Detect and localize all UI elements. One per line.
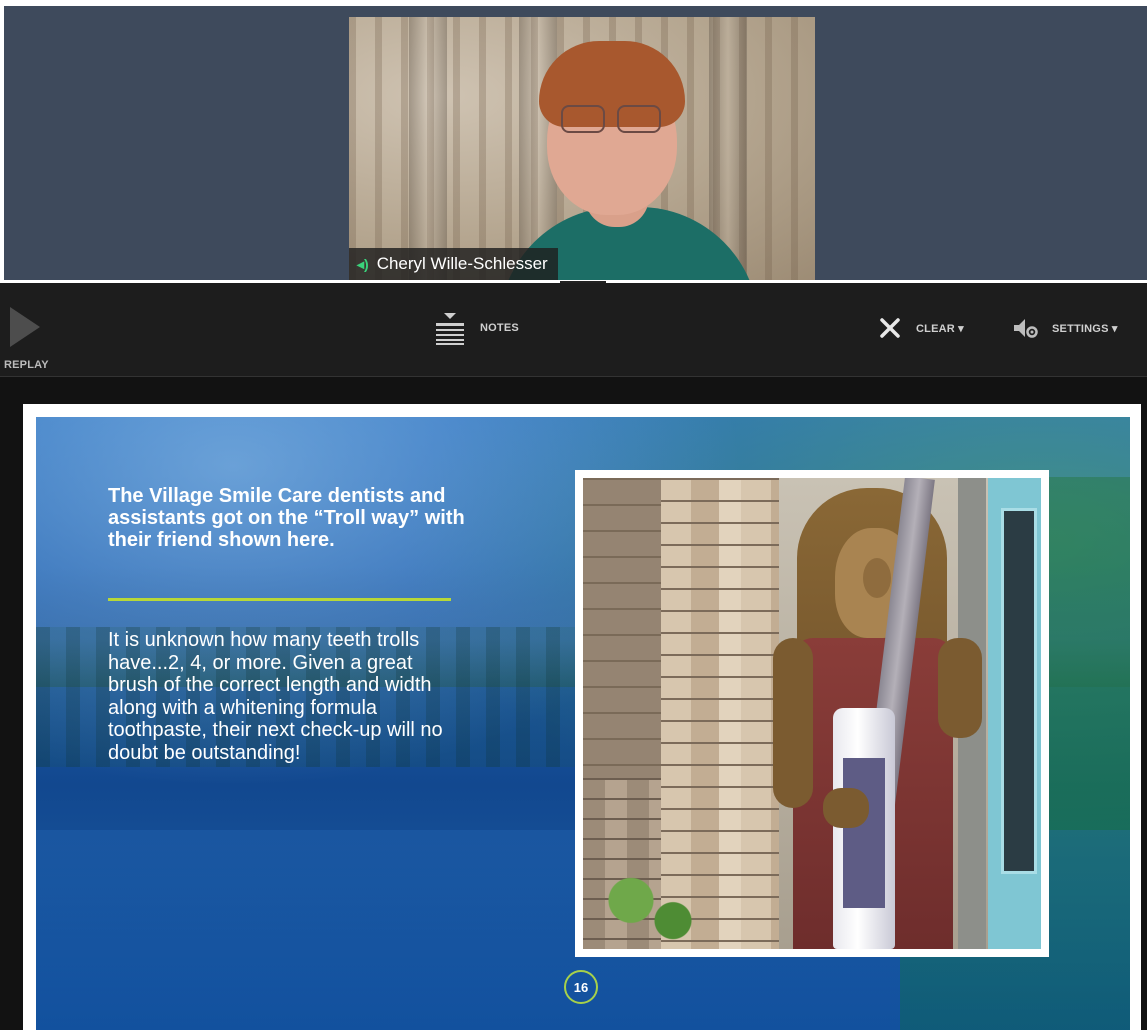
settings-speaker-icon (1014, 319, 1038, 338)
play-triangle-icon (10, 307, 40, 347)
clear-label: CLEAR ▾ (916, 322, 964, 335)
troll-arm (938, 638, 982, 738)
presentation-toolbar: REPLAY NOTES CLEAR ▾ SETTINGS ▾ (0, 283, 1147, 377)
participant-glasses (561, 105, 663, 135)
troll-carving-photo (583, 478, 1041, 949)
speaker-icon: ◂) (357, 255, 369, 272)
toothpaste-label (843, 758, 885, 908)
notes-label: NOTES (480, 322, 519, 334)
slide-body-text: It is unknown how many teeth trolls have… (108, 629, 443, 764)
troll-carving (773, 478, 993, 949)
settings-label: SETTINGS ▾ (1052, 322, 1118, 335)
settings-button[interactable]: SETTINGS ▾ (1012, 316, 1118, 340)
slide: The Village Smile Care dentists and assi… (36, 417, 1130, 1030)
clear-button[interactable]: CLEAR ▾ (878, 316, 964, 340)
notes-icon (436, 313, 464, 345)
troll-arm (773, 638, 813, 808)
slide-title: The Village Smile Care dentists and assi… (108, 485, 465, 551)
troll-hand (823, 788, 869, 828)
title-divider (108, 598, 451, 601)
notes-button[interactable]: NOTES (434, 311, 519, 345)
close-icon (880, 318, 900, 338)
video-strip: ◂) Cheryl Wille-Schlesser (4, 6, 1147, 284)
slide-page-number: 16 (564, 970, 598, 1004)
photo-frame (575, 470, 1049, 957)
replay-button[interactable]: REPLAY (4, 303, 54, 373)
participant-video-tile[interactable]: ◂) Cheryl Wille-Schlesser (349, 17, 815, 280)
replay-label: REPLAY (4, 359, 49, 371)
participant-name-tag: ◂) Cheryl Wille-Schlesser (349, 248, 558, 280)
house-siding (583, 478, 661, 778)
slide-viewer: The Village Smile Care dentists and assi… (0, 377, 1147, 1030)
plant (583, 868, 703, 949)
participant-name: Cheryl Wille-Schlesser (376, 254, 548, 273)
slide-frame: The Village Smile Care dentists and assi… (23, 404, 1141, 1030)
door-window (1001, 508, 1037, 874)
troll-nose (863, 558, 891, 598)
curtain-fold (409, 17, 447, 280)
